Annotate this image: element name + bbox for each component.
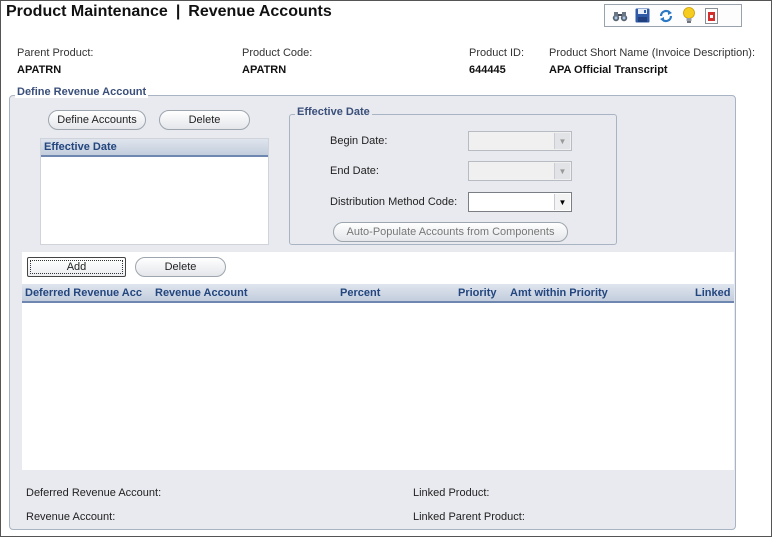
effective-date-legend: Effective Date (295, 106, 372, 118)
title-separator: | (175, 3, 181, 20)
distribution-method-select[interactable]: ▼ (468, 192, 572, 212)
column-deferred-revenue-account[interactable]: Deferred Revenue Acc (25, 287, 142, 299)
grid-header-row: Deferred Revenue Acc Revenue Account Per… (22, 284, 734, 303)
begin-date-select[interactable]: ▼ (468, 131, 572, 151)
product-code-value: APATRN (242, 64, 287, 76)
linked-product-label: Linked Product: (413, 487, 490, 499)
product-id-value: 644445 (469, 64, 506, 76)
linked-parent-product-label: Linked Parent Product: (413, 511, 525, 523)
end-date-select[interactable]: ▼ (468, 161, 572, 181)
short-name-label: Product Short Name (Invoice Description)… (549, 47, 756, 59)
delete-effective-date-button[interactable]: Delete (159, 110, 250, 130)
define-revenue-account-legend: Define Revenue Account (15, 86, 149, 98)
title-product-maintenance: Product Maintenance (6, 3, 168, 20)
distribution-method-label: Distribution Method Code: (330, 196, 458, 208)
column-amt-within-priority[interactable]: Amt within Priority (510, 287, 608, 299)
revenue-accounts-grid[interactable]: Deferred Revenue Acc Revenue Account Per… (22, 284, 734, 470)
column-revenue-account[interactable]: Revenue Account (155, 287, 248, 299)
define-accounts-button[interactable]: Define Accounts (48, 110, 146, 130)
begin-date-label: Begin Date: (330, 135, 388, 147)
refresh-icon[interactable] (657, 7, 674, 24)
toolbar (604, 4, 742, 27)
effective-date-list[interactable]: Effective Date (40, 138, 269, 245)
column-priority[interactable]: Priority (458, 287, 497, 299)
report-icon[interactable] (703, 7, 720, 24)
auto-populate-button[interactable]: Auto-Populate Accounts from Components (333, 222, 568, 242)
chevron-down-icon[interactable]: ▼ (554, 163, 570, 179)
column-percent[interactable]: Percent (340, 287, 380, 299)
title-revenue-accounts: Revenue Accounts (188, 3, 332, 20)
product-id-label: Product ID: (469, 47, 525, 59)
add-account-button[interactable]: Add (27, 257, 126, 277)
column-linked[interactable]: Linked (695, 287, 730, 299)
binoculars-icon[interactable] (611, 7, 628, 24)
short-name-value: APA Official Transcript (549, 64, 668, 76)
parent-product-label: Parent Product: (17, 47, 94, 59)
save-icon[interactable] (634, 7, 651, 24)
effective-date-column-header[interactable]: Effective Date (41, 139, 268, 157)
page-title: Product Maintenance | Revenue Accounts (6, 3, 332, 21)
chevron-down-icon[interactable]: ▼ (554, 133, 570, 149)
revenue-account-label: Revenue Account: (26, 511, 116, 523)
product-code-label: Product Code: (242, 47, 313, 59)
deferred-revenue-account-label: Deferred Revenue Account: (26, 487, 162, 499)
delete-account-button[interactable]: Delete (135, 257, 226, 277)
lightbulb-icon[interactable] (680, 7, 697, 24)
end-date-label: End Date: (330, 165, 379, 177)
revenue-accounts-window: Product Maintenance | Revenue Accounts Par… (0, 0, 772, 537)
parent-product-value: APATRN (17, 64, 62, 76)
chevron-down-icon[interactable]: ▼ (554, 194, 570, 210)
